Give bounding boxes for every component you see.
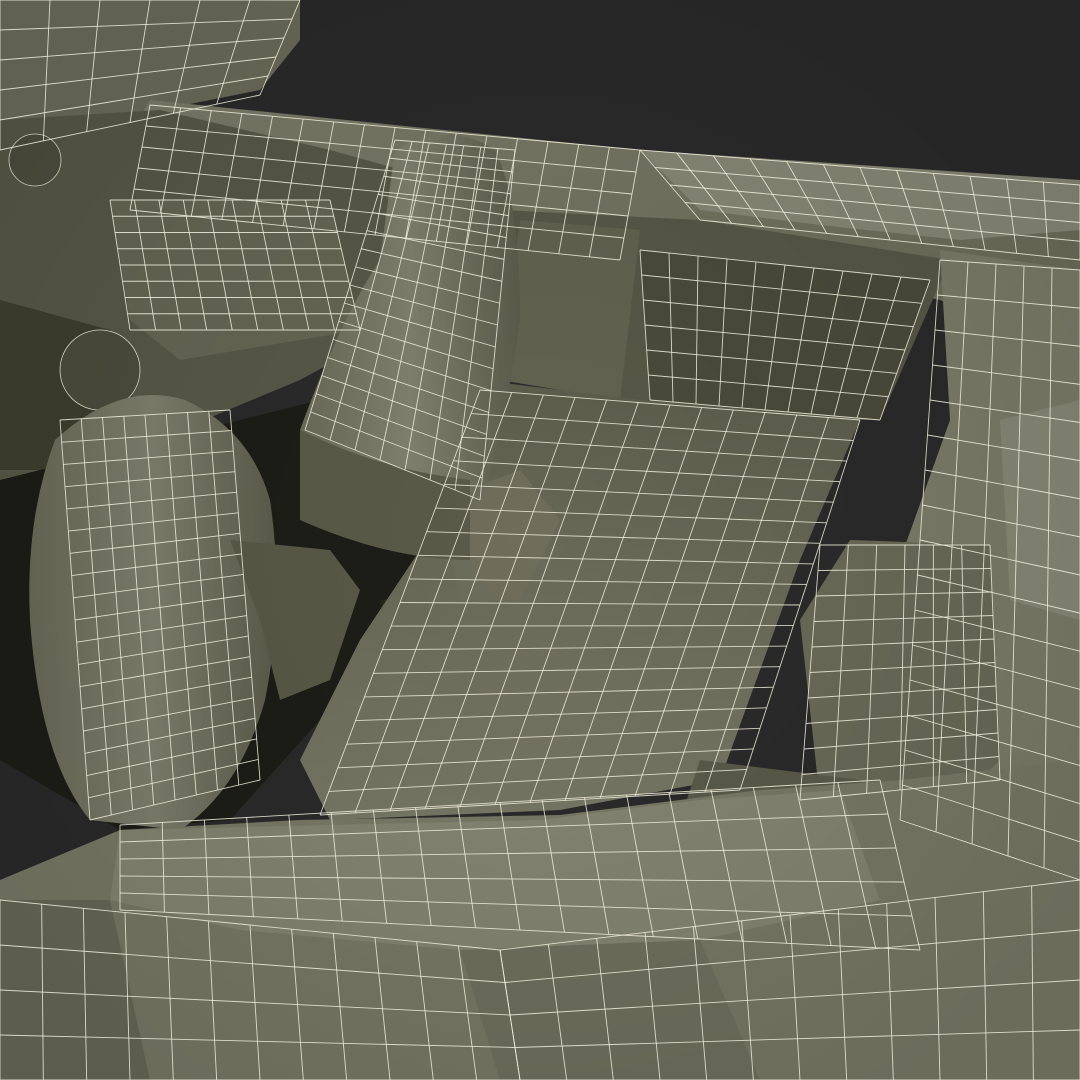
wireframe-car-interior-render — [0, 0, 1080, 1080]
